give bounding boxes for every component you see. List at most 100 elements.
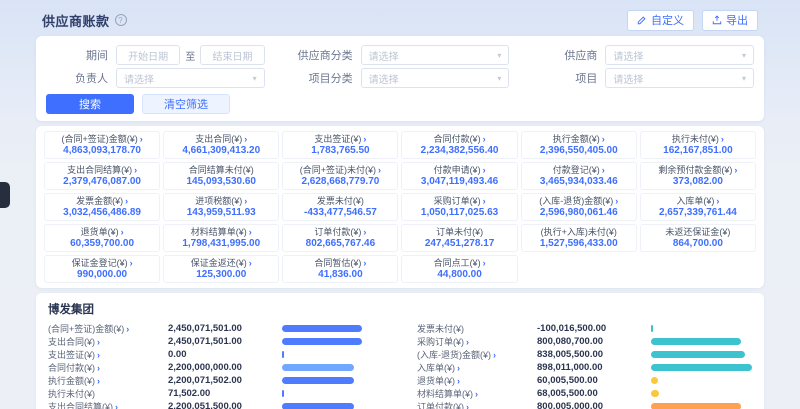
drill-arrow-icon[interactable]: › (734, 165, 737, 175)
drill-arrow-icon[interactable]: › (97, 363, 100, 373)
customize-button[interactable]: 自定义 (627, 10, 694, 31)
drill-arrow-icon[interactable]: › (721, 134, 724, 144)
drill-arrow-icon[interactable]: › (457, 363, 460, 373)
chart-row-label[interactable]: 订单付款(¥)› (417, 400, 533, 409)
drill-arrow-icon[interactable]: › (126, 324, 129, 334)
drill-arrow-icon[interactable]: › (363, 227, 366, 237)
stat-cell-9[interactable]: 付款申请(¥)›3,047,119,493.46 (401, 162, 517, 190)
chart-bar (651, 377, 752, 384)
group-title: 博发集团 (48, 301, 752, 317)
chart-row-label[interactable]: 材料结算单(¥)› (417, 387, 533, 400)
drill-arrow-icon[interactable]: › (483, 165, 486, 175)
drill-arrow-icon[interactable]: › (483, 196, 486, 206)
stat-value: 162,167,851.00 (643, 145, 753, 157)
drill-arrow-icon[interactable]: › (483, 134, 486, 144)
stat-cell-19[interactable]: 材料结算单(¥)›1,798,431,995.00 (163, 224, 279, 252)
stat-cell-13[interactable]: 进项税额(¥)›143,959,511.93 (163, 193, 279, 221)
drill-arrow-icon[interactable]: › (363, 134, 366, 144)
clear-filters-button[interactable]: 清空筛选 (142, 94, 230, 114)
stat-value: 802,665,767.46 (285, 238, 395, 250)
drill-arrow-icon[interactable]: › (475, 389, 478, 399)
stat-label: 合同付款(¥)› (404, 134, 514, 145)
chart-row-label[interactable]: 支出签证(¥)› (48, 348, 164, 361)
stat-value: 1,783,765.50 (285, 145, 395, 157)
chart-row-label[interactable]: 执行金额(¥)› (48, 374, 164, 387)
drill-arrow-icon[interactable]: › (378, 165, 381, 175)
stat-cell-26[interactable]: 合同暂估(¥)›41,836.00 (282, 255, 398, 283)
chart-row-label[interactable]: 合同付款(¥)› (48, 361, 164, 374)
chart-row-label[interactable]: 退货单(¥)› (417, 374, 533, 387)
supplier-select[interactable]: 请选择▾ (605, 45, 754, 65)
drill-arrow-icon[interactable]: › (602, 134, 605, 144)
chart-bar (651, 390, 752, 397)
manager-select[interactable]: 请选择▾ (116, 68, 265, 88)
stat-label: 退货单(¥)› (47, 227, 157, 238)
stat-cell-8[interactable]: (合同+签证)未付(¥)›2,628,668,779.70 (282, 162, 398, 190)
drill-arrow-icon[interactable]: › (140, 134, 143, 144)
start-date-input[interactable]: 开始日期 (116, 45, 180, 65)
drill-arrow-icon[interactable]: › (466, 402, 469, 409)
stat-cell-27[interactable]: 合同点工(¥)›44,800.00 (401, 255, 517, 283)
stat-cell-15[interactable]: 采购订单(¥)›1,050,117,025.63 (401, 193, 517, 221)
drill-arrow-icon[interactable]: › (249, 227, 252, 237)
stat-cell-6[interactable]: 支出合同结算(¥)›2,379,476,087.00 (44, 162, 160, 190)
chart-row-label[interactable]: 支出合同结算(¥)› (48, 400, 164, 409)
stat-cell-20[interactable]: 订单付款(¥)›802,665,767.46 (282, 224, 398, 252)
search-button[interactable]: 搜索 (46, 94, 134, 114)
drill-arrow-icon[interactable]: › (466, 337, 469, 347)
stat-cell-18[interactable]: 退货单(¥)›60,359,700.00 (44, 224, 160, 252)
chart-column-right: 发票未付(¥)-100,016,500.00采购订单(¥)›800,080,70… (417, 322, 752, 409)
chart-row-value: 68,005,500.00 (537, 388, 647, 399)
chart-row-label[interactable]: 支出合同(¥)› (48, 335, 164, 348)
drill-arrow-icon[interactable]: › (97, 350, 100, 360)
drill-arrow-icon[interactable]: › (602, 165, 605, 175)
sidebar-collapse-handle[interactable] (0, 182, 10, 208)
stat-cell-4[interactable]: 执行金额(¥)›2,396,550,405.00 (521, 131, 637, 159)
stat-cell-16[interactable]: (入库-退货)金额(¥)›2,596,980,061.46 (521, 193, 637, 221)
drill-arrow-icon[interactable]: › (134, 165, 137, 175)
project-select[interactable]: 请选择▾ (605, 68, 754, 88)
drill-arrow-icon[interactable]: › (125, 196, 128, 206)
stat-cell-2[interactable]: 支出签证(¥)›1,783,765.50 (282, 131, 398, 159)
stat-cell-24[interactable]: 保证金登记(¥)›990,000.00 (44, 255, 160, 283)
supplier-category-select[interactable]: 请选择▾ (361, 45, 510, 65)
drill-arrow-icon[interactable]: › (130, 258, 133, 268)
stat-cell-25[interactable]: 保证金返还(¥)›125,300.00 (163, 255, 279, 283)
chart-row-label[interactable]: 采购订单(¥)› (417, 335, 533, 348)
stat-label: 采购订单(¥)› (404, 196, 514, 207)
drill-arrow-icon[interactable]: › (121, 227, 124, 237)
chart-bar (282, 338, 383, 345)
drill-arrow-icon[interactable]: › (483, 258, 486, 268)
end-date-input[interactable]: 结束日期 (200, 45, 264, 65)
chart-row-label[interactable]: (合同+签证)金额(¥)› (48, 322, 164, 335)
drill-arrow-icon[interactable]: › (244, 134, 247, 144)
chart-row-value: 60,005,500.00 (537, 375, 647, 386)
chart-row-label[interactable]: 入库单(¥)› (417, 361, 533, 374)
export-button[interactable]: 导出 (702, 10, 758, 31)
stat-cell-3[interactable]: 合同付款(¥)›2,234,382,556.40 (401, 131, 517, 159)
drill-arrow-icon[interactable]: › (716, 196, 719, 206)
drill-arrow-icon[interactable]: › (115, 402, 118, 409)
drill-arrow-icon[interactable]: › (97, 337, 100, 347)
stat-value: 145,093,530.60 (166, 176, 276, 188)
project-category-select[interactable]: 请选择▾ (361, 68, 510, 88)
stat-cell-1[interactable]: 支出合同(¥)›4,661,309,413.20 (163, 131, 279, 159)
stat-cell-5[interactable]: 执行未付(¥)›162,167,851.00 (640, 131, 756, 159)
drill-arrow-icon[interactable]: › (615, 196, 618, 206)
chart-row-label[interactable]: (入库-退货)金额(¥)› (417, 348, 533, 361)
stat-cell-10[interactable]: 付款登记(¥)›3,465,934,033.46 (521, 162, 637, 190)
drill-arrow-icon[interactable]: › (244, 196, 247, 206)
stat-value: -433,477,546.57 (285, 207, 395, 219)
help-icon[interactable]: ? (115, 14, 127, 26)
drill-arrow-icon[interactable]: › (493, 350, 496, 360)
chart-row-value: 800,080,700.00 (537, 336, 647, 347)
drill-arrow-icon[interactable]: › (249, 258, 252, 268)
drill-arrow-icon[interactable]: › (97, 376, 100, 386)
drill-arrow-icon[interactable]: › (457, 376, 460, 386)
chart-row-value: 0.00 (168, 349, 278, 360)
stat-cell-17[interactable]: 入库单(¥)›2,657,339,761.44 (640, 193, 756, 221)
stat-cell-11[interactable]: 剩余预付款金额(¥)›373,082.00 (640, 162, 756, 190)
stat-cell-0[interactable]: (合同+签证)金额(¥)›4,863,093,178.70 (44, 131, 160, 159)
stat-cell-12[interactable]: 发票金额(¥)›3,032,456,486.89 (44, 193, 160, 221)
drill-arrow-icon[interactable]: › (363, 258, 366, 268)
